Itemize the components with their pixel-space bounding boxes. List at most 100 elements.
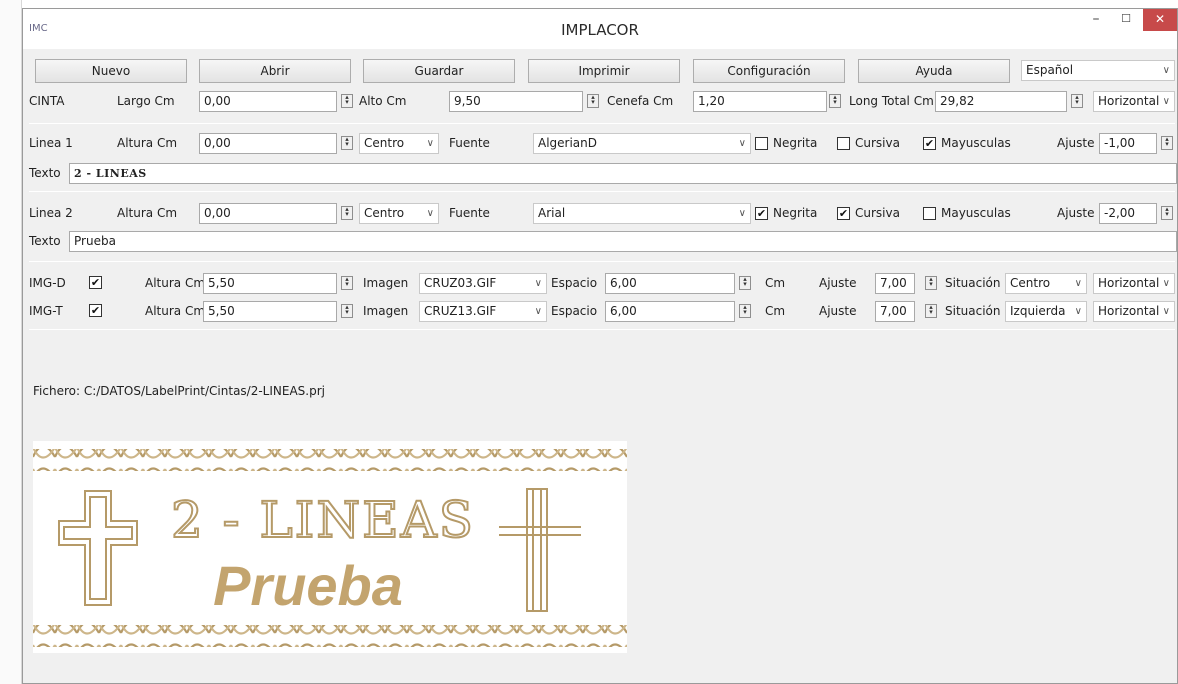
chevron-down-icon: ∨ <box>534 306 542 317</box>
img-d-altura-spin-icon[interactable]: ▴ ▾ <box>341 276 353 290</box>
guardar-button[interactable]: Guardar <box>363 59 515 83</box>
alto-spin-icon[interactable]: ▴ ▾ <box>587 94 599 108</box>
linea2-font-select[interactable]: Arial ∨ <box>533 203 751 224</box>
cross-right-icon <box>499 488 581 612</box>
cenefa-input[interactable]: 1,20 <box>693 91 827 112</box>
img-t-altura-label: Altura Cm <box>145 304 206 318</box>
largo-label: Largo Cm <box>117 94 175 108</box>
separator <box>29 123 1175 124</box>
img-d-altura-label: Altura Cm <box>145 276 206 290</box>
ayuda-button[interactable]: Ayuda <box>858 59 1010 83</box>
linea1-mayusculas-checkbox[interactable]: ✔ <box>923 137 936 150</box>
long-total-spin-icon[interactable]: ▴ ▾ <box>1071 94 1083 108</box>
imprimir-button[interactable]: Imprimir <box>528 59 680 83</box>
img-d-espacio-label: Espacio <box>551 276 598 290</box>
linea1-align-value: Centro <box>364 136 405 150</box>
img-d-altura-input[interactable]: 5,50 <box>203 273 337 294</box>
chevron-down-icon: ∨ <box>426 138 434 149</box>
chevron-down-icon: ∨ <box>1074 306 1082 317</box>
abrir-button[interactable]: Abrir <box>199 59 351 83</box>
img-t-checkbox[interactable]: ✔ <box>89 304 102 317</box>
cenefa-spin-icon[interactable]: ▴ ▾ <box>829 94 841 108</box>
linea1-ajuste-spin-icon[interactable]: ▴ ▾ <box>1161 136 1173 150</box>
img-d-checkbox[interactable]: ✔ <box>89 276 102 289</box>
linea2-font-value: Arial <box>538 206 566 220</box>
img-t-ajuste-label: Ajuste <box>819 304 857 318</box>
img-d-situacion-select[interactable]: Centro ∨ <box>1005 273 1087 294</box>
cinta-orientation-select[interactable]: Horizontal ∨ <box>1093 91 1175 112</box>
preview-canvas: 2 - LINEAS Prueba <box>33 449 627 647</box>
preview-line1: 2 - LINEAS <box>171 491 475 549</box>
linea1-altura-input[interactable]: 0,00 <box>199 133 337 154</box>
long-total-input[interactable]: 29,82 <box>935 91 1067 112</box>
img-d-imagen-select[interactable]: CRUZ03.GIF ∨ <box>419 273 547 294</box>
img-t-situacion-value: Izquierda <box>1010 304 1066 318</box>
linea1-label: Linea 1 <box>29 136 73 150</box>
linea2-texto-label: Texto <box>29 234 61 248</box>
img-d-espacio-input[interactable]: 6,00 <box>605 273 735 294</box>
linea2-negrita-label: Negrita <box>773 206 818 220</box>
img-d-ajuste-spin-icon[interactable]: ▴ ▾ <box>925 276 937 290</box>
img-d-orientation-select[interactable]: Horizontal ∨ <box>1093 273 1175 294</box>
linea1-altura-spin-icon[interactable]: ▴ ▾ <box>341 136 353 150</box>
chevron-down-icon: ∨ <box>426 208 434 219</box>
largo-input[interactable]: 0,00 <box>199 91 337 112</box>
chevron-down-icon: ∨ <box>1162 306 1170 317</box>
linea1-ajuste-input[interactable]: -1,00 <box>1099 133 1157 154</box>
linea1-negrita-checkbox[interactable] <box>755 137 768 150</box>
linea1-fuente-label: Fuente <box>449 136 490 150</box>
linea1-align-select[interactable]: Centro ∨ <box>359 133 439 154</box>
chevron-down-icon: ∨ <box>1162 65 1170 76</box>
linea2-mayusculas-checkbox[interactable] <box>923 207 936 220</box>
window-title: IMPLACOR <box>561 21 639 39</box>
linea2-texto-input[interactable]: Prueba <box>69 231 1177 252</box>
separator <box>29 191 1175 192</box>
img-t-situacion-label: Situación <box>945 304 1001 318</box>
linea2-ajuste-label: Ajuste <box>1057 206 1095 220</box>
nuevo-button[interactable]: Nuevo <box>35 59 187 83</box>
chevron-down-icon: ∨ <box>1162 96 1170 107</box>
img-d-ajuste-label: Ajuste <box>819 276 857 290</box>
linea2-negrita-checkbox[interactable]: ✔ <box>755 207 768 220</box>
linea1-mayusculas-label: Mayusculas <box>941 136 1011 150</box>
linea2-altura-input[interactable]: 0,00 <box>199 203 337 224</box>
img-d-situacion-value: Centro <box>1010 276 1051 290</box>
img-t-ajuste-input[interactable]: 7,00 <box>875 301 915 322</box>
maximize-button[interactable]: ☐ <box>1113 9 1139 31</box>
cinta-label: CINTA <box>29 94 65 108</box>
separator <box>29 329 1175 330</box>
close-button[interactable]: ✕ <box>1143 9 1177 31</box>
linea2-label: Linea 2 <box>29 206 73 220</box>
linea1-font-select[interactable]: AlgerianD ∨ <box>533 133 751 154</box>
img-d-imagen-value: CRUZ03.GIF <box>424 276 497 290</box>
linea1-cursiva-checkbox[interactable] <box>837 137 850 150</box>
img-d-orientation-value: Horizontal <box>1098 276 1160 290</box>
linea2-altura-spin-icon[interactable]: ▴ ▾ <box>341 206 353 220</box>
configuracion-button[interactable]: Configuración <box>693 59 845 83</box>
language-select[interactable]: Español ∨ <box>1021 60 1175 81</box>
img-t-label: IMG-T <box>29 304 63 318</box>
fichero-path: Fichero: C:/DATOS/LabelPrint/Cintas/2-LI… <box>33 384 325 398</box>
minimize-button[interactable]: – <box>1083 9 1109 31</box>
linea2-ajuste-spin-icon[interactable]: ▴ ▾ <box>1161 206 1173 220</box>
largo-spin-icon[interactable]: ▴ ▾ <box>341 94 353 108</box>
img-t-orientation-select[interactable]: Horizontal ∨ <box>1093 301 1175 322</box>
long-total-label: Long Total Cm <box>849 94 934 108</box>
img-t-altura-input[interactable]: 5,50 <box>203 301 337 322</box>
img-t-ajuste-spin-icon[interactable]: ▴ ▾ <box>925 304 937 318</box>
linea1-ajuste-label: Ajuste <box>1057 136 1095 150</box>
linea2-ajuste-input[interactable]: -2,00 <box>1099 203 1157 224</box>
linea2-align-select[interactable]: Centro ∨ <box>359 203 439 224</box>
img-t-altura-spin-icon[interactable]: ▴ ▾ <box>341 304 353 318</box>
linea1-texto-input[interactable]: 2 - LINEAS <box>69 163 1177 184</box>
linea2-cursiva-checkbox[interactable]: ✔ <box>837 207 850 220</box>
img-t-espacio-label: Espacio <box>551 304 598 318</box>
img-d-espacio-spin-icon[interactable]: ▴ ▾ <box>739 276 751 290</box>
alto-input[interactable]: 9,50 <box>449 91 583 112</box>
img-t-espacio-spin-icon[interactable]: ▴ ▾ <box>739 304 751 318</box>
img-t-situacion-select[interactable]: Izquierda ∨ <box>1005 301 1087 322</box>
language-value: Español <box>1026 63 1074 77</box>
img-t-espacio-input[interactable]: 6,00 <box>605 301 735 322</box>
img-t-imagen-select[interactable]: CRUZ13.GIF ∨ <box>419 301 547 322</box>
img-d-ajuste-input[interactable]: 7,00 <box>875 273 915 294</box>
